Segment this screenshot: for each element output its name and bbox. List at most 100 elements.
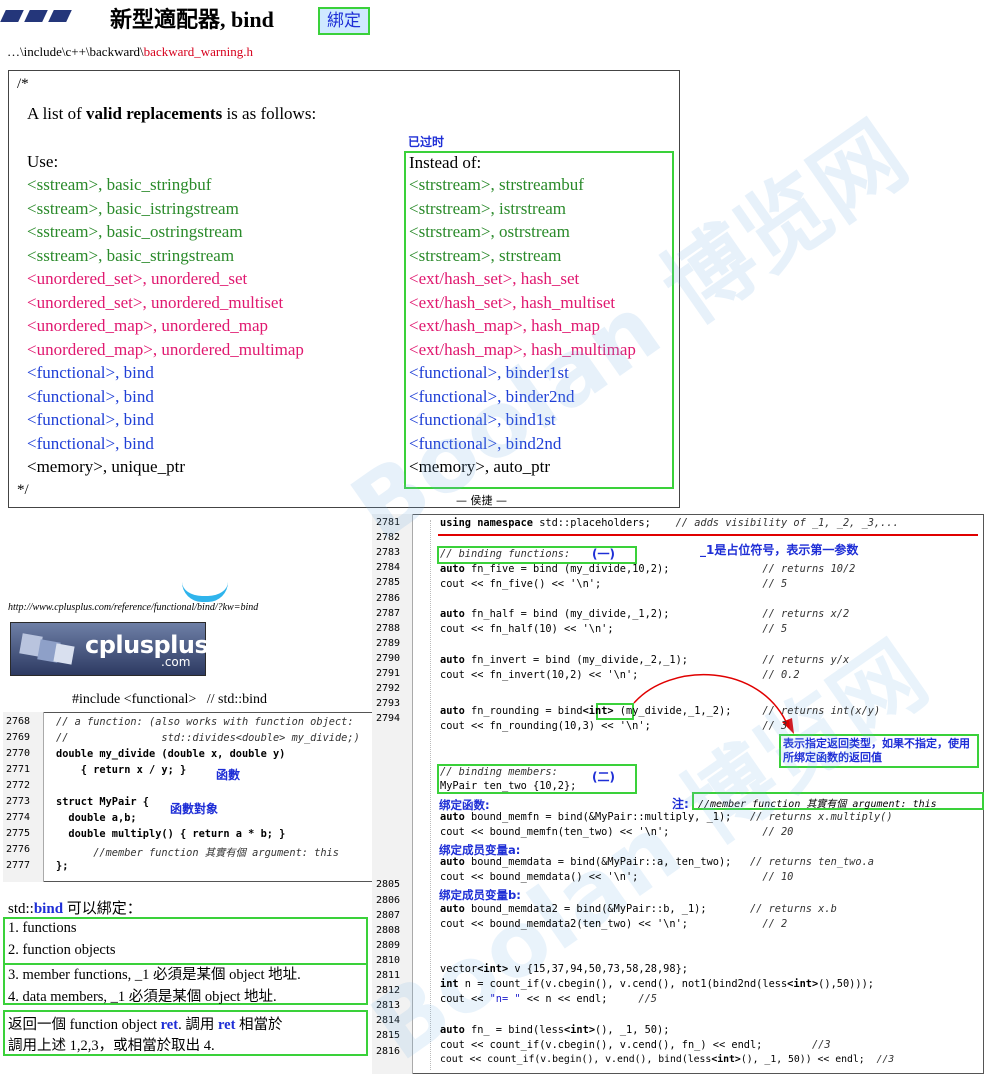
include-line: #include <functional> // std::bind [72,692,268,707]
line-number: 2781 [376,517,401,528]
code-line: { return x / y; } [56,764,187,776]
line-number: 2785 [376,577,401,589]
line-number: 2772 [6,780,31,791]
line-number: 2777 [6,860,31,871]
code-bound-memdata: auto bound_memdata = bind(&MyPair::a, te… [440,856,874,868]
signature: — 侯捷 — [456,494,507,507]
line-number: 2774 [6,812,31,823]
line-number: 2809 [376,939,401,951]
reference-url[interactable]: http://www.cplusplus.com/reference/funct… [8,602,258,613]
line-number: 2806 [376,894,401,906]
code-2811: int n = count_if(v.cbegin(), v.cend(), n… [440,978,874,990]
code-2781: using namespace std::placeholders; // ad… [440,517,899,529]
line-number: 2810 [376,954,401,966]
bind-member-b-label: 绑定成员变量b: [439,888,521,902]
intro-text: A list of valid replacements is as follo… [27,104,316,124]
code-mypair: MyPair ten_two {10,2}; [440,780,577,792]
code-2806: auto bound_memdata2 = bind(&MyPair::b, _… [440,903,837,915]
return-type-note: 表示指定返回类型，如果不指定，使用所绑定函数的返回值 [783,737,970,764]
instead-item: <functional>, binder1st [409,363,569,382]
line-number: 2789 [376,637,401,649]
instead-item: <ext/hash_set>, hash_set [409,269,580,288]
bind-heading-pre: std:: [8,901,34,917]
use-item: <unordered_map>, unordered_map [27,316,269,335]
intro-post: is as follows: [222,104,317,123]
line-number: 2786 [376,592,401,604]
line-number: 2791 [376,668,401,679]
instead-item: <ext/hash_set>, hash_multiset [409,292,616,312]
code-line: // std::divides<double> my_divide;) [56,732,360,744]
return-bold-1: ret [160,1017,179,1033]
use-item: <functional>, bind [27,410,154,429]
line-number: 2783 [376,547,401,559]
line-number: 2782 [376,532,401,544]
return-post: 相當於 [235,1017,283,1033]
use-item: <sstream>, basic_stringbuf [27,175,212,194]
line-number: 2812 [376,985,401,997]
line-number: 2787 [376,607,401,619]
use-item: <functional>, bind [27,433,154,453]
line-number: 2769 [6,732,31,743]
bind-heading: std::bind 可以綁定： [8,897,142,918]
instead-item: <memory>, auto_ptr [409,457,550,476]
annot-function: 函數 [216,768,241,782]
bind-list-item: 2. function objects [8,941,116,958]
code-2784: auto fn_five = bind (my_divide,10,2); //… [440,563,856,575]
file-path-name: backward_warning.h [143,44,254,59]
line-number: 2784 [376,562,401,574]
title-bars-decoration [0,10,93,24]
instead-header: Instead of: [409,153,482,172]
code-2785: cout << fn_five() << '\n'; // 5 [440,578,788,590]
code-2812: cout << "n= " << n << endl; //5 [440,993,658,1005]
line-number: 2771 [6,764,31,775]
cplusplus-logo[interactable]: cplusplus .com [10,622,209,676]
comment-open: /* [17,76,29,92]
code-line: double my_divide (double x, double y) [56,748,286,760]
return-pre: 返回一個 function object [8,1017,161,1033]
code-2783: // binding functions: [440,548,571,560]
code-2816: cout << count_if(v.begin(), v.end(), bin… [440,1054,895,1065]
return-line-2: 調用上述 1,2,3，或相當於取出 4. [8,1038,215,1054]
line-number: 2768 [6,716,31,727]
use-item: <unordered_map>, unordered_multimap [27,339,304,359]
decor-arc [182,582,228,602]
line-number: 2788 [376,622,401,634]
code-2814: auto fn_ = bind(less<int>(), _1, 50); [440,1024,670,1036]
instead-item: <strstream>, istrstream [409,198,567,218]
line-number: 2773 [6,796,31,807]
code-2787: auto fn_half = bind (my_divide,_1,2); //… [440,608,850,620]
line-number: 2770 [6,748,31,759]
code-2788: cout << fn_half(10) << '\n'; // 5 [440,623,788,635]
code-2790: auto fn_invert = bind (my_divide,_2,_1);… [440,654,850,666]
use-header: Use: [27,152,59,171]
return-bold-2: ret [217,1017,236,1033]
group-one-label: (一) [592,547,615,561]
instead-item: <functional>, bind1st [409,410,556,429]
use-item: <memory>, unique_ptr [27,457,185,476]
instead-item: <functional>, bind2nd [409,433,562,453]
deprecated-label: 已过时 [408,135,445,149]
line-number: 2814 [376,1015,401,1027]
right-code-fold-line [430,520,431,1070]
use-item: <sstream>, basic_istringstream [27,198,239,218]
line-number: 2792 [376,683,401,695]
page-title: 新型適配器, bind [110,7,274,32]
line-number: 2807 [376,909,401,921]
instead-item: <functional>, binder2nd [409,386,575,406]
placeholder-underline [438,534,978,536]
logo-cubes-icon [17,631,75,671]
line-number: 2816 [376,1045,401,1057]
instead-item: <strstream>, ostrstream [409,222,570,241]
instead-item: <strstream>, strstreambuf [409,175,584,194]
code-bound-memfn: auto bound_memfn = bind(&MyPair::multipl… [440,811,893,823]
use-item: <functional>, bind [27,386,154,406]
code-bound-memdata-cout: cout << bound_memdata() << '\n'; // 10 [440,871,794,883]
line-number: 2794 [376,713,401,725]
instead-item: <ext/hash_map>, hash_multimap [409,339,636,359]
return-line-1: 返回一個 function object ret. 調用 ret 相當於 [8,1013,283,1034]
use-item: <unordered_set>, unordered_set [27,269,248,288]
placeholder-note: _1是占位符号，表示第一参数 [700,543,859,557]
use-item: <functional>, bind [27,363,154,382]
line-number: 2815 [376,1030,401,1042]
intro-bold: valid replacements [86,104,223,123]
